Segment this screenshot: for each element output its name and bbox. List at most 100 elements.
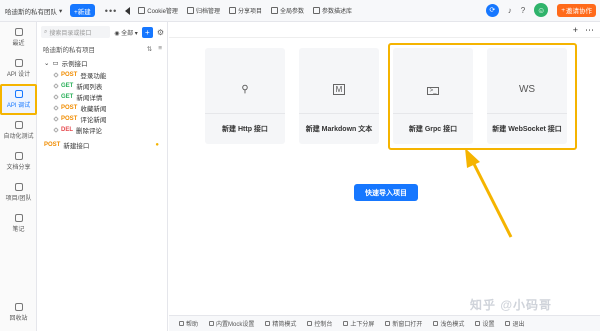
endpoint-node[interactable]: DEL 删除评论 [38, 124, 167, 135]
tree-actions: ⇅ ≡ [147, 45, 162, 53]
link-icon [53, 115, 59, 122]
rail-item-autotest[interactable]: 自动化测试 [0, 115, 37, 146]
endpoint-node[interactable]: GET 新闻详情 [38, 91, 167, 102]
bell-icon[interactable]: ♪ [508, 6, 512, 15]
avatar[interactable]: ☺ [534, 3, 549, 17]
bottom-label: 新窗口打开 [392, 322, 423, 328]
bottom-label: 上下分屏 [350, 322, 375, 328]
bottom-label: 内置Mock设置 [216, 322, 255, 328]
method-badge: POST [61, 104, 78, 111]
logout-button[interactable]: 退出 [505, 319, 524, 328]
top-bar: 哈迪斯的私有团队 ▾ +新建 ••• Cookie管理 归档管理 分享项目 全局… [0, 0, 600, 22]
rail-item-api-debug[interactable]: API 调试 [0, 84, 37, 115]
tool-label: Cookie管理 [147, 9, 178, 15]
chevron-down-icon: ▾ [59, 7, 63, 15]
new-button[interactable]: +新建 [70, 4, 95, 17]
design-icon [14, 59, 23, 67]
mock-settings-button[interactable]: 内置Mock设置 [209, 319, 254, 328]
split-screen-button[interactable]: 上下分屏 [343, 319, 374, 328]
add-button[interactable]: + [141, 26, 153, 38]
toolbar: Cookie管理 归档管理 分享项目 全局参数 参数描述库 [138, 6, 352, 15]
quick-import-button[interactable]: 快速导入项目 [354, 184, 418, 201]
console-button[interactable]: 控制台 [307, 319, 332, 328]
cookie-manager-button[interactable]: Cookie管理 [138, 6, 178, 15]
collapse-triangle-icon[interactable] [125, 6, 131, 15]
filter-select[interactable]: ◉ 全部 ▾ [114, 28, 138, 37]
settings-button[interactable]: 设置 [475, 319, 494, 328]
share-project-button[interactable]: 分享项目 [228, 6, 262, 15]
bottom-bar: 帮助 内置Mock设置 精简模式 控制台 上下分屏 新窗口打开 浅色模式 设置 … [169, 315, 600, 331]
tool-label: 分享项目 [237, 9, 262, 15]
endpoint-node[interactable]: POST 登录功能 [38, 69, 167, 80]
endpoint-node[interactable]: POST 收藏新闻 [38, 102, 167, 113]
rail-label: 文档分享 [6, 165, 31, 171]
folder-node[interactable]: ⌄ ▭ 示例接口 [38, 56, 167, 69]
endpoint-name: 收藏新闻 [80, 105, 107, 113]
endpoint-name: 新闻列表 [76, 83, 103, 91]
tree-search-row: ⌕ 搜索目录或接口 ◉ 全部 ▾ + ⚙ [38, 22, 167, 42]
sort-icon[interactable]: ≡ [158, 45, 162, 53]
rail-item-doc-share[interactable]: 文档分享 [0, 146, 37, 177]
expand-icon[interactable]: ⇅ [147, 45, 152, 53]
rail-item-recent[interactable]: 最近 [0, 22, 37, 53]
debug-icon [14, 90, 23, 98]
invite-label: 邀请协作 [566, 8, 592, 15]
method-badge: DEL [61, 126, 73, 133]
annotation-arrow [465, 148, 513, 238]
link-icon [53, 93, 59, 100]
endpoint-node[interactable]: POST 评论新闻 [38, 113, 167, 124]
rail-label: API 设计 [6, 72, 31, 78]
help-button[interactable]: 帮助 [179, 319, 198, 328]
global-params-button[interactable]: 全局参数 [270, 6, 304, 15]
rail-item-team[interactable]: 项目/团队 [0, 177, 37, 208]
link-icon [53, 104, 59, 111]
search-input[interactable]: ⌕ 搜索目录或接口 [41, 26, 111, 38]
chevron-down-icon: ⌄ [44, 59, 50, 67]
folder-label: 示例接口 [61, 60, 88, 68]
archive-icon [186, 7, 194, 14]
method-badge: GET [61, 93, 74, 100]
mock-icon [209, 321, 215, 326]
rail-item-notes[interactable]: 笔记 [0, 208, 37, 239]
sync-icon[interactable]: ⟳ [485, 3, 499, 17]
new-window-button[interactable]: 新窗口打开 [385, 319, 422, 328]
folder-icon: ▭ [52, 59, 59, 67]
help-icon[interactable]: ? [521, 6, 525, 15]
more-icon[interactable]: ••• [105, 6, 117, 16]
bottom-label: 浅色模式 [440, 322, 465, 328]
endpoint-list: POST 登录功能 GET 新闻列表 GET 新闻详情 POST 收藏新闻 POST 评论新闻 DE… [38, 69, 167, 135]
share-icon [228, 7, 236, 14]
sun-icon [433, 321, 439, 326]
bottom-label: 设置 [482, 322, 495, 328]
autotest-icon [14, 121, 23, 129]
team-selector[interactable]: 哈迪斯的私有团队 ▾ [0, 6, 66, 16]
settings-icon[interactable]: ⚙ [157, 28, 164, 37]
tool-label: 参数描述库 [321, 9, 352, 15]
search-icon: ⌕ [44, 28, 48, 35]
endpoint-node[interactable]: GET 新闻列表 [38, 80, 167, 91]
cookie-icon [138, 7, 146, 14]
library-icon [312, 7, 320, 14]
team-name: 哈迪斯的私有团队 [5, 8, 57, 16]
team-icon [14, 183, 23, 191]
new-endpoint-node[interactable]: POST 新建接口 ● [38, 139, 167, 150]
unsaved-dot-icon: ● [155, 141, 159, 148]
method-badge: POST [61, 71, 78, 78]
rail-item-api-design[interactable]: API 设计 [0, 53, 37, 84]
archive-manager-button[interactable]: 归档管理 [186, 6, 220, 15]
rail-item-trash[interactable]: 回收站 [0, 297, 37, 328]
compact-mode-button[interactable]: 精简模式 [265, 319, 296, 328]
filter-value: 全部 [121, 30, 134, 37]
note-icon [14, 214, 23, 222]
main-panel: + ⋯ ⚲ 新建 Http 接口 M 新建 Markdown 文本 >_ 新建 … [169, 22, 600, 315]
api-tree-panel: ⌕ 搜索目录或接口 ◉ 全部 ▾ + ⚙ 哈迪斯的私有项目 ⇅ ≡ ⌄ ▭ 示例… [38, 22, 168, 331]
invite-button[interactable]: + 邀请协作 [557, 3, 596, 17]
link-icon [53, 82, 59, 89]
method-badge: POST [44, 141, 61, 148]
trash-icon [14, 303, 23, 311]
light-mode-button[interactable]: 浅色模式 [433, 319, 464, 328]
method-badge: POST [61, 115, 78, 122]
param-library-button[interactable]: 参数描述库 [312, 6, 352, 15]
project-title: 哈迪斯的私有项目 [43, 47, 95, 54]
endpoint-name: 新闻详情 [76, 94, 103, 102]
